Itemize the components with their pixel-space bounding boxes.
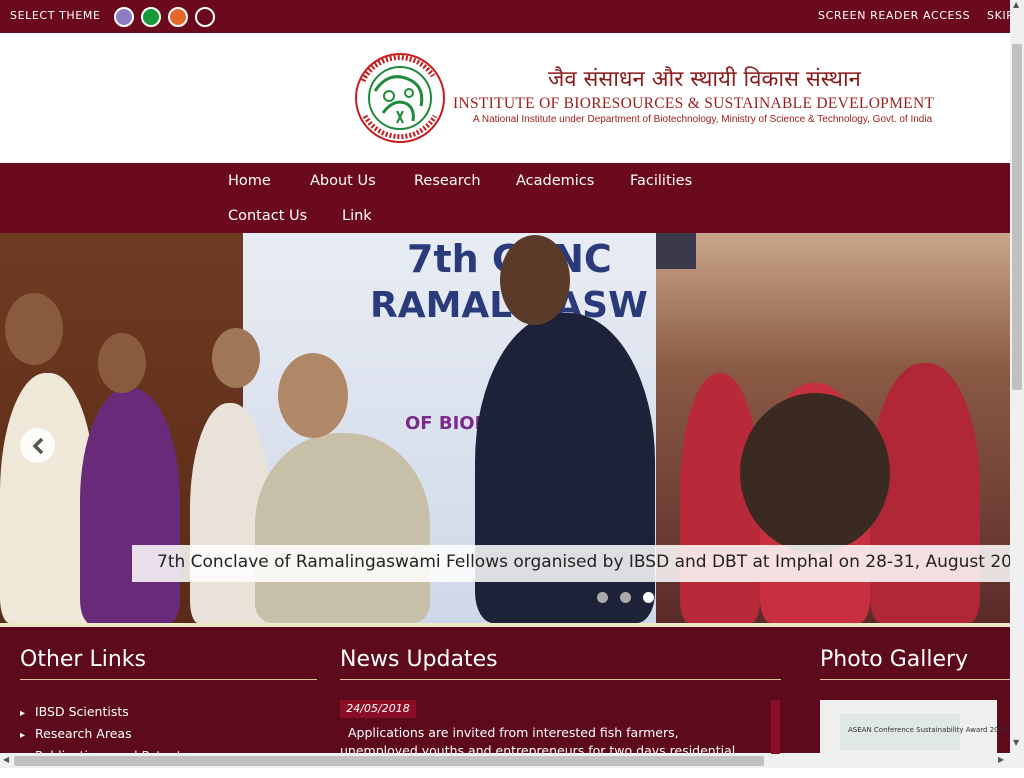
select-theme-label: SELECT THEME [10, 9, 101, 22]
person-head [278, 353, 348, 438]
site-header: जैव संसाधन और स्थायी विकास संस्थान INSTI… [0, 33, 1010, 163]
banner-text-3: OF BIOF [405, 413, 487, 434]
news-date-badge: 24/05/2018 [340, 700, 416, 718]
nav-contact-us[interactable]: Contact Us [228, 208, 307, 224]
info-section: Other Links ▸ IBSD Scientists ▸ Research A… [0, 623, 1010, 776]
person-head [500, 235, 570, 325]
news-item-label: Applications are invited from interested… [340, 725, 736, 776]
nav-link[interactable]: Link [342, 208, 372, 224]
slide-caption: 7th Conclave of Ramalingaswami Fellows o… [132, 545, 1010, 582]
person-head [212, 328, 260, 388]
screen-reader-access-link[interactable]: SCREEN READER ACCESS [818, 9, 970, 22]
person-head [740, 393, 890, 553]
horizontal-scroll-thumb[interactable] [14, 756, 764, 766]
person-head [5, 293, 63, 365]
nav-academics[interactable]: Academics [516, 173, 594, 189]
person-figure [80, 388, 180, 623]
slider-prev-button[interactable] [20, 428, 55, 463]
link-label: Research Areas [35, 726, 132, 741]
scroll-right-icon[interactable]: ▶ [998, 755, 1004, 764]
slider-dot-active[interactable] [643, 592, 654, 603]
photo-gallery-title: Photo Gallery [820, 647, 969, 672]
person-head [98, 333, 146, 393]
bullet-icon: ▸ [20, 708, 26, 719]
divider [20, 679, 317, 680]
institute-name-english: INSTITUTE OF BIORESOURCES & SUSTAINABLE … [453, 95, 935, 112]
nav-home[interactable]: Home [228, 173, 271, 189]
institute-name-hindi: जैव संसाधन और स्थायी विकास संस्थान [548, 67, 861, 92]
divider [340, 679, 781, 680]
horizontal-scrollbar[interactable]: ◀ ▶ [0, 754, 1024, 768]
slide-caption-text: 7th Conclave of Ramalingaswami Fellows o… [157, 552, 1010, 572]
top-bar: SELECT THEME SCREEN READER ACCESS SKIP [0, 0, 1013, 33]
theme-swatch-orange[interactable] [168, 7, 188, 27]
ibsd-logo-icon[interactable] [353, 51, 447, 145]
other-links-title: Other Links [20, 647, 146, 672]
link-ibsd-scientists[interactable]: ▸ IBSD Scientists [20, 704, 129, 719]
gallery-thumbnail[interactable]: ASEAN Conference Sustainability Award 20… [820, 700, 1008, 760]
link-label: IBSD Scientists [35, 704, 129, 719]
bullet-icon: ▸ [20, 730, 26, 741]
nav-about-us[interactable]: About Us [310, 173, 376, 189]
hero-slider: 7th CONC RAMAL GASW OF BIOF 7th Conclave… [0, 233, 1010, 623]
theme-swatch-maroon[interactable] [195, 7, 215, 27]
news-updates-title: News Updates [340, 647, 498, 672]
scroll-down-icon[interactable]: ▼ [1013, 738, 1019, 747]
gallery-image-caption: ASEAN Conference Sustainability Award 20… [848, 726, 1008, 734]
nav-facilities[interactable]: Facilities [630, 173, 692, 189]
vertical-scroll-thumb[interactable] [1012, 44, 1022, 390]
theme-swatch-purple[interactable] [114, 7, 134, 27]
news-scrollbar[interactable] [771, 700, 780, 760]
chevron-left-icon [32, 437, 43, 454]
institute-subtitle: A National Institute under Department of… [473, 114, 933, 125]
theme-swatch-green[interactable] [141, 7, 161, 27]
scroll-left-icon[interactable]: ◀ [3, 755, 9, 764]
slide-screen [656, 233, 696, 269]
link-research-areas[interactable]: ▸ Research Areas [20, 726, 132, 741]
news-item-text[interactable]: Applications are invited from interested… [340, 724, 760, 778]
divider [820, 679, 1010, 680]
main-nav: Home About Us Research Academics Facilit… [0, 163, 1010, 233]
slider-dot[interactable] [620, 592, 631, 603]
person-figure [255, 433, 430, 623]
nav-research[interactable]: Research [414, 173, 481, 189]
slider-dot[interactable] [666, 592, 677, 603]
scroll-up-icon[interactable]: ▲ [1013, 0, 1019, 9]
slider-dot[interactable] [597, 592, 608, 603]
vertical-scrollbar[interactable]: ▲ ▼ [1010, 0, 1024, 754]
